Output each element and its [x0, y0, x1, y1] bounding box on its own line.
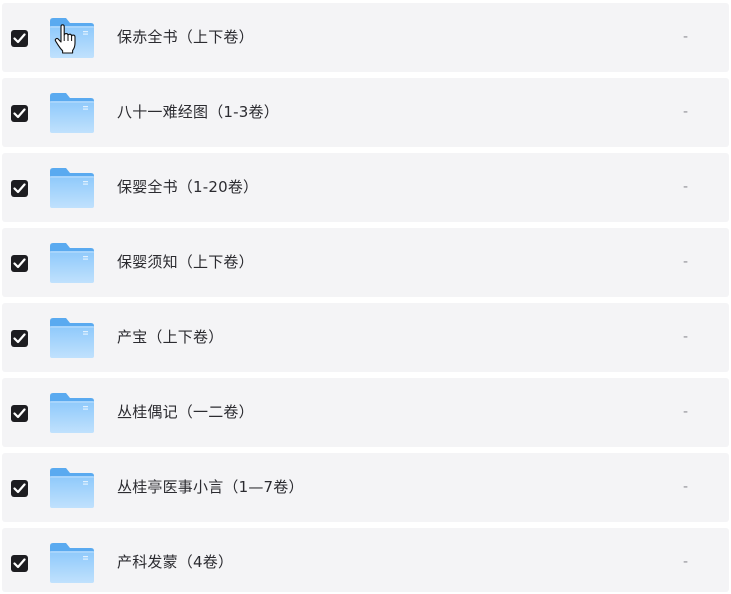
- file-size: -: [683, 554, 689, 570]
- checkbox-checked-icon[interactable]: [11, 255, 28, 272]
- file-name[interactable]: 八十一难经图（1-3卷）: [117, 102, 279, 122]
- folder-icon[interactable]: [48, 16, 96, 60]
- file-size: -: [683, 179, 689, 195]
- checkbox-checked-icon[interactable]: [11, 555, 28, 572]
- file-row-2[interactable]: 保婴全书（1-20卷） -: [2, 153, 729, 222]
- file-name[interactable]: 保婴全书（1-20卷）: [117, 177, 258, 197]
- checkbox-checked-icon[interactable]: [11, 105, 28, 122]
- checkbox-checked-icon[interactable]: [11, 180, 28, 197]
- file-name[interactable]: 丛桂亭医事小言（1—7卷）: [117, 477, 304, 497]
- file-size: -: [683, 329, 689, 345]
- file-row-6[interactable]: 丛桂亭医事小言（1—7卷） -: [2, 453, 729, 522]
- file-row-7[interactable]: 产科发蒙（4卷） -: [2, 528, 729, 592]
- file-row-1[interactable]: 八十一难经图（1-3卷） -: [2, 78, 729, 147]
- file-name[interactable]: 产宝（上下卷）: [117, 327, 223, 347]
- file-row-5[interactable]: 丛桂偶记（一二卷） -: [2, 378, 729, 447]
- folder-icon[interactable]: [48, 166, 96, 210]
- file-name[interactable]: 保婴须知（上下卷）: [117, 252, 254, 272]
- file-row-0[interactable]: 保赤全书（上下卷） -: [2, 3, 729, 72]
- checkbox-checked-icon[interactable]: [11, 30, 28, 47]
- folder-icon[interactable]: [48, 316, 96, 360]
- file-size: -: [683, 29, 689, 45]
- file-size: -: [683, 104, 689, 120]
- file-size: -: [683, 479, 689, 495]
- file-size: -: [683, 254, 689, 270]
- folder-icon[interactable]: [48, 466, 96, 510]
- folder-icon[interactable]: [48, 91, 96, 135]
- file-name[interactable]: 产科发蒙（4卷）: [117, 552, 233, 572]
- file-size: -: [683, 404, 689, 420]
- file-name[interactable]: 保赤全书（上下卷）: [117, 27, 254, 47]
- file-row-3[interactable]: 保婴须知（上下卷） -: [2, 228, 729, 297]
- file-list: 保赤全书（上下卷） - 八十一难经图（1-3卷） - 保婴全书（1-20卷） -…: [0, 0, 731, 594]
- folder-icon[interactable]: [48, 541, 96, 585]
- checkbox-checked-icon[interactable]: [11, 480, 28, 497]
- folder-icon[interactable]: [48, 391, 96, 435]
- checkbox-checked-icon[interactable]: [11, 330, 28, 347]
- folder-icon[interactable]: [48, 241, 96, 285]
- checkbox-checked-icon[interactable]: [11, 405, 28, 422]
- file-name[interactable]: 丛桂偶记（一二卷）: [117, 402, 254, 422]
- file-row-4[interactable]: 产宝（上下卷） -: [2, 303, 729, 372]
